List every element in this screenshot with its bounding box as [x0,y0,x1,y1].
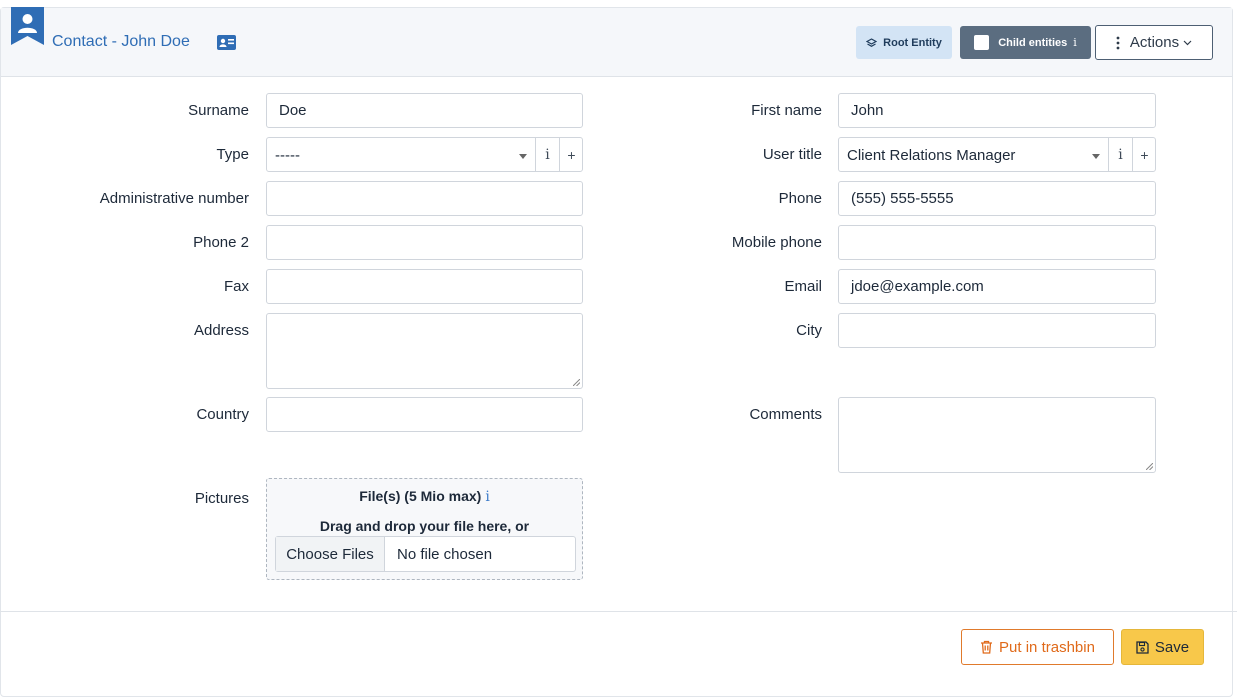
kebab-icon [1116,36,1120,49]
resize-handle-icon[interactable] [1146,463,1153,470]
file-dropzone[interactable]: File(s) (5 Mio max) i Drag and drop your … [266,478,583,580]
fax-input[interactable] [266,269,583,304]
actions-label: Actions [1129,34,1180,51]
surname-label: Surname [188,102,249,119]
type-add-icon[interactable]: + [559,138,583,171]
save-button[interactable]: Save [1121,629,1204,665]
resize-handle-icon[interactable] [573,379,580,386]
child-entities-label: Child entities [998,36,1068,49]
choose-files-button[interactable]: Choose Files [276,537,385,571]
admin-number-label: Administrative number [99,190,249,207]
surname-input[interactable]: Doe [266,93,583,128]
no-file-text: No file chosen [397,545,493,563]
child-entities-toggle[interactable]: Child entities i [960,26,1091,59]
put-in-trashbin-button[interactable]: Put in trashbin [961,629,1114,665]
caret-down-icon [1092,154,1100,159]
save-label: Save [1154,638,1190,656]
first-name-label: First name [751,102,822,119]
country-label: Country [196,406,249,423]
first-name-input[interactable]: John [838,93,1156,128]
root-entity-button[interactable]: Root Entity [856,26,952,59]
city-label: City [796,322,822,339]
root-entity-label: Root Entity [883,36,942,49]
admin-number-input[interactable] [266,181,583,216]
id-card-icon [217,35,236,50]
type-select-value: ----- [275,147,300,164]
contact-ribbon-icon [11,7,44,45]
actions-button[interactable]: Actions [1095,25,1213,60]
email-label: Email [784,278,822,295]
info-icon: i [1073,36,1077,49]
address-label: Address [193,322,249,339]
user-title-select[interactable]: Client Relations Manager i + [838,137,1156,172]
user-title-label: User title [762,146,822,163]
floppy-disk-icon [1136,640,1149,654]
address-textarea[interactable] [266,313,583,389]
mobile-phone-label: Mobile phone [731,234,822,251]
user-title-select-value: Client Relations Manager [847,147,1016,164]
chevron-down-icon [1183,40,1192,45]
phone-input[interactable]: (555) 555-5555 [838,181,1156,216]
page-title: Contact - John Doe [52,33,190,50]
country-input[interactable] [266,397,583,432]
fax-label: Fax [223,278,249,295]
mobile-phone-input[interactable] [838,225,1156,260]
pictures-label: Pictures [194,490,249,507]
phone2-input[interactable] [266,225,583,260]
info-icon: i [485,489,490,505]
comments-textarea[interactable] [838,397,1156,473]
layers-icon [866,37,878,47]
dropzone-drag-text: Drag and drop your file here, or [319,518,530,534]
caret-down-icon [519,154,527,159]
comments-label: Comments [749,406,822,423]
city-input[interactable] [838,313,1156,348]
trash-icon [981,640,993,654]
user-title-info-icon[interactable]: i [1108,138,1132,171]
phone-label: Phone [778,190,822,207]
email-input[interactable]: jdoe@example.com [838,269,1156,304]
type-select[interactable]: ----- i + [266,137,583,172]
phone2-label: Phone 2 [193,234,249,251]
type-label: Type [216,146,249,163]
dropzone-title-text: File(s) (5 Mio max) [359,488,482,504]
file-input[interactable]: Choose Files No file chosen [275,536,576,572]
form-header: Contact - John Doe Root Entity Child ent… [1,7,1232,77]
dropzone-title: File(s) (5 Mio max) i [267,488,582,505]
child-entities-checkbox[interactable] [974,35,990,50]
type-info-icon[interactable]: i [535,138,559,171]
trash-label: Put in trashbin [999,638,1095,656]
user-title-add-icon[interactable]: + [1132,138,1156,171]
